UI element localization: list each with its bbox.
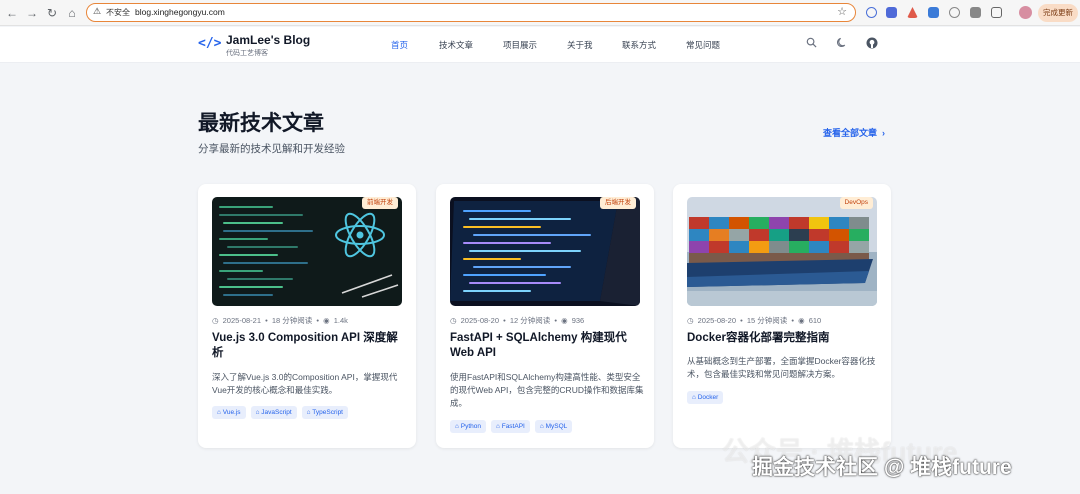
separator-dot: • xyxy=(791,316,797,325)
clock-icon: ◷ xyxy=(212,316,219,325)
view-all-label[interactable]: 查看全部文章 xyxy=(823,128,877,138)
article-meta: ◷ 2025-08-20 • 15 分钟阅读 • ◉ 610 xyxy=(687,315,823,326)
nav-about[interactable]: 关于我 xyxy=(567,39,593,51)
site-subtitle: 代码工艺博客 xyxy=(226,50,268,57)
article-card[interactable]: 后端开发 ◷ 2025-08-20 • 12 分钟阅读 • ◉ 936 Fast… xyxy=(436,184,654,448)
browser-toolbar: ← → ↻ ⌂ ⚠ 不安全 blog.xinghegongyu.com ☆ 完成… xyxy=(0,0,1080,26)
site-header: </> JamLee's Blog 代码工艺博客 首页 技术文章 项目展示 关于… xyxy=(0,27,1080,63)
url-text[interactable]: blog.xinghegongyu.com xyxy=(135,7,225,17)
tag[interactable]: ⌂ FastAPI xyxy=(490,420,530,433)
section-title: 最新技术文章 xyxy=(198,112,324,135)
extension-icon-2[interactable] xyxy=(886,7,897,18)
camera-icon[interactable] xyxy=(970,7,981,18)
tag[interactable]: ⌂ Vue.js xyxy=(212,406,246,419)
extensions-puzzle-icon[interactable] xyxy=(991,7,1002,18)
bookmark-star-icon[interactable]: ☆ xyxy=(837,5,847,18)
home-icon[interactable]: ⌂ xyxy=(64,5,80,21)
article-image-laptop-code[interactable]: 后端开发 xyxy=(450,197,640,306)
nav-contact[interactable]: 联系方式 xyxy=(622,39,656,51)
clock-icon: ◷ xyxy=(450,316,457,325)
article-title[interactable]: Docker容器化部署完整指南 xyxy=(687,331,879,346)
category-badge: 前端开发 xyxy=(362,197,398,209)
article-description: 深入了解Vue.js 3.0的Composition API，掌握现代Vue开发… xyxy=(212,372,398,395)
tag-label[interactable]: MySQL xyxy=(546,423,568,430)
article-meta: ◷ 2025-08-20 • 12 分钟阅读 • ◉ 936 xyxy=(450,315,586,326)
tag-label[interactable]: Vue.js xyxy=(223,409,241,416)
article-meta: ◷ 2025-08-21 • 18 分钟阅读 • ◉ 1.4k xyxy=(212,315,350,326)
tag-label[interactable]: Docker xyxy=(698,394,719,401)
article-image-container-ship[interactable]: DevOps xyxy=(687,197,877,306)
article-date: 2025-08-21 xyxy=(222,316,262,325)
article-image-code-react[interactable]: 前端开发 xyxy=(212,197,402,306)
site-title[interactable]: JamLee's Blog xyxy=(226,33,310,47)
forward-icon[interactable]: → xyxy=(24,5,40,21)
tag-list: ⌂ Vue.js ⌂ JavaScript ⌂ TypeScript xyxy=(212,406,348,419)
separator-dot: • xyxy=(554,316,560,325)
article-description: 从基础概念到生产部署，全面掌握Docker容器化技术，包含最佳实践和常见问题解决… xyxy=(687,356,876,379)
code-logo-icon[interactable]: </> xyxy=(198,36,221,51)
article-date: 2025-08-20 xyxy=(460,316,500,325)
view-count: 936 xyxy=(571,316,585,325)
article-date: 2025-08-20 xyxy=(697,316,737,325)
article-description: 使用FastAPI和SQLAlchemy构建高性能、类型安全的现代Web API… xyxy=(450,372,644,408)
eye-icon: ◉ xyxy=(561,316,568,325)
article-title[interactable]: Vue.js 3.0 Composition API 深度解析 xyxy=(212,331,404,361)
tag-list: ⌂ Python ⌂ FastAPI ⌂ MySQL xyxy=(450,420,573,433)
eye-icon: ◉ xyxy=(798,316,805,325)
read-time: 15 分钟阅读 xyxy=(746,316,788,325)
category-badge: DevOps xyxy=(839,197,873,209)
article-card[interactable]: 前端开发 ◷ 2025-08-21 • 18 分钟阅读 • ◉ 1.4k Vue… xyxy=(198,184,416,448)
read-time: 12 分钟阅读 xyxy=(509,316,551,325)
nav-home[interactable]: 首页 xyxy=(391,39,408,51)
nav-projects[interactable]: 项目展示 xyxy=(503,39,537,51)
reload-icon[interactable]: ↻ xyxy=(44,5,60,21)
view-count: 1.4k xyxy=(333,316,348,325)
extension-icon-1[interactable] xyxy=(866,7,877,18)
nav-articles[interactable]: 技术文章 xyxy=(439,39,473,51)
separator-dot: • xyxy=(265,316,270,325)
category-badge: 后端开发 xyxy=(600,197,636,209)
warning-icon: ⚠ xyxy=(93,6,102,16)
watermark-juejin: 掘金技术社区 @ 堆栈future xyxy=(752,456,1012,479)
eye-icon: ◉ xyxy=(323,316,330,325)
tag-list: ⌂ Docker xyxy=(687,391,724,404)
moon-icon[interactable] xyxy=(837,37,848,51)
chevron-right-icon: › xyxy=(882,128,886,138)
article-card[interactable]: DevOps ◷ 2025-08-20 • 15 分钟阅读 • ◉ 610 Do… xyxy=(673,184,891,448)
nav-faq[interactable]: 常见问题 xyxy=(686,39,720,51)
github-icon[interactable] xyxy=(866,37,878,52)
separator-dot: • xyxy=(503,316,508,325)
section-subtitle: 分享最新的技术见解和开发经验 xyxy=(198,143,345,155)
tag-label[interactable]: FastAPI xyxy=(502,423,525,430)
separator-dot: • xyxy=(316,316,322,325)
extension-icon-5[interactable] xyxy=(949,7,960,18)
article-title[interactable]: FastAPI + SQLAlchemy 构建现代Web API xyxy=(450,331,642,361)
clock-icon: ◷ xyxy=(687,316,694,325)
tag-label[interactable]: JavaScript xyxy=(261,409,291,416)
tag[interactable]: ⌂ JavaScript xyxy=(250,406,297,419)
read-time: 18 分钟阅读 xyxy=(271,316,313,325)
back-icon[interactable]: ← xyxy=(4,5,20,21)
tag[interactable]: ⌂ TypeScript xyxy=(301,406,348,419)
separator-dot: • xyxy=(740,316,745,325)
address-bar[interactable]: ⚠ 不安全 blog.xinghegongyu.com ☆ xyxy=(86,3,856,22)
tag[interactable]: ⌂ Docker xyxy=(687,391,724,404)
update-button[interactable]: 完成更新 xyxy=(1038,4,1078,22)
search-icon[interactable] xyxy=(806,37,817,51)
insecure-label: 不安全 xyxy=(106,8,130,17)
tag-label[interactable]: TypeScript xyxy=(312,409,343,416)
view-all-link[interactable]: 查看全部文章 › xyxy=(823,126,885,139)
tag[interactable]: ⌂ MySQL xyxy=(534,420,573,433)
profile-avatar[interactable] xyxy=(1019,6,1032,19)
tag-label[interactable]: Python xyxy=(461,423,481,430)
view-count: 610 xyxy=(808,316,822,325)
extension-icon-4[interactable] xyxy=(928,7,939,18)
tag[interactable]: ⌂ Python xyxy=(450,420,486,433)
extension-icon-3[interactable] xyxy=(907,7,918,18)
